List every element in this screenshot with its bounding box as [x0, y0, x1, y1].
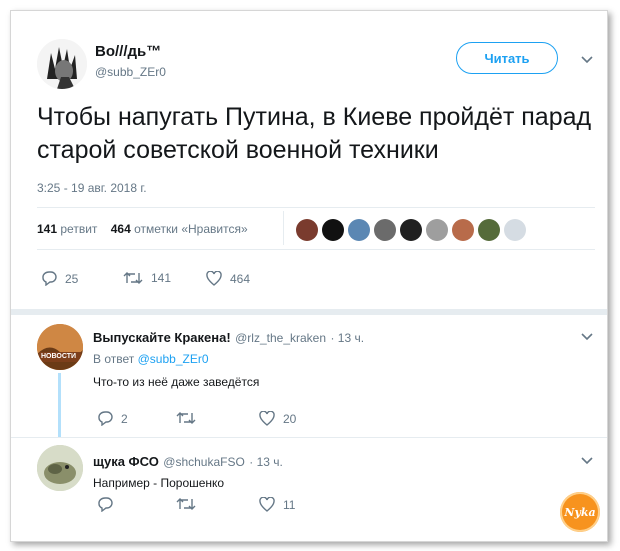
liker-avatar[interactable] [348, 219, 370, 241]
reply-count: 25 [65, 271, 79, 286]
avatar-label: НОВОСТИ [41, 353, 77, 360]
reply-header: Выпускайте Кракена! @rlz_the_kraken · 13… [93, 329, 364, 347]
reply-header: щука ФСО @shchukaFSO · 13 ч. [93, 453, 283, 471]
tweet-stats: 141 ретвит 464 отметки «Нравится» [37, 222, 248, 236]
reply-text: Например - Порошенко [93, 476, 225, 490]
tweet-text: Чтобы напугать Путина, в Киеве пройдёт п… [37, 103, 592, 164]
retweet-button[interactable]: 141 [123, 271, 171, 285]
reply-author-handle[interactable]: @shchukaFSO [163, 455, 245, 469]
liker-avatar[interactable] [374, 219, 396, 241]
thread-line [58, 373, 61, 437]
retweet-icon [176, 498, 196, 510]
liker-avatar[interactable] [426, 219, 448, 241]
watermark-text: Nyka [564, 505, 596, 519]
heart-icon [259, 411, 275, 426]
reply-icon [42, 271, 57, 286]
reply-button[interactable]: 25 [41, 271, 78, 286]
reply-author-name[interactable]: Выпускайте Кракена! [93, 330, 231, 345]
divider [37, 249, 595, 250]
reply-count: 2 [121, 411, 128, 426]
retweet-icon [176, 412, 196, 424]
chevron-down-icon[interactable] [581, 56, 593, 64]
divider [11, 309, 607, 315]
reply-icon [98, 411, 113, 426]
chevron-down-icon[interactable] [581, 457, 593, 465]
retweet-icon [123, 272, 143, 284]
reply-author-handle[interactable]: @rlz_the_kraken [235, 331, 326, 345]
liker-avatar[interactable] [452, 219, 474, 241]
reply-text: Что-то из неё даже заведётся [93, 375, 260, 389]
author-handle[interactable]: @subb_ZEr0 [95, 65, 166, 79]
author-name[interactable]: Bo///дь™ [95, 43, 161, 60]
in-reply-to: В ответ @subb_ZEr0 [93, 352, 209, 366]
reply-button[interactable] [97, 497, 121, 512]
heart-icon [259, 497, 275, 512]
tweet-timestamp[interactable]: 3:25 - 19 авг. 2018 г. [37, 181, 147, 195]
like-button[interactable]: 11 [259, 497, 295, 512]
stats-separator [283, 211, 284, 245]
like-button[interactable]: 464 [206, 271, 250, 286]
reply-time[interactable]: · 13 ч. [330, 331, 364, 345]
divider [37, 207, 595, 208]
heart-icon [206, 271, 222, 286]
reply-button[interactable]: 2 [97, 411, 128, 426]
retweet-button[interactable] [176, 411, 204, 425]
liker-avatar[interactable] [504, 219, 526, 241]
likes-stat[interactable]: 464 отметки «Нравится» [111, 222, 248, 236]
like-count: 464 [230, 271, 251, 286]
retweet-button[interactable] [176, 497, 204, 511]
liker-avatar[interactable] [296, 219, 318, 241]
chevron-down-icon[interactable] [581, 333, 593, 341]
reply-author-name[interactable]: щука ФСО [93, 454, 159, 469]
divider [11, 437, 607, 438]
like-count: 20 [283, 411, 297, 426]
reply-icon [98, 497, 113, 512]
reply-avatar[interactable]: НОВОСТИ [37, 324, 83, 370]
retweet-count: 141 [151, 271, 172, 285]
tweet-card: Bo///дь™ @subb_ZEr0 Читать Чтобы напугат… [10, 10, 608, 542]
follow-button[interactable]: Читать [456, 42, 558, 74]
retweets-stat[interactable]: 141 ретвит [37, 222, 97, 236]
reply-time[interactable]: · 13 ч. [249, 455, 283, 469]
reply-avatar[interactable] [37, 445, 83, 491]
like-button[interactable]: 20 [259, 411, 296, 426]
liker-avatar[interactable] [478, 219, 500, 241]
liker-avatar[interactable] [400, 219, 422, 241]
liker-avatar[interactable] [322, 219, 344, 241]
in-reply-to-handle[interactable]: @subb_ZEr0 [138, 352, 209, 366]
author-avatar[interactable] [37, 39, 87, 89]
like-count: 11 [283, 497, 296, 512]
watermark-logo: Nyka [560, 492, 600, 532]
